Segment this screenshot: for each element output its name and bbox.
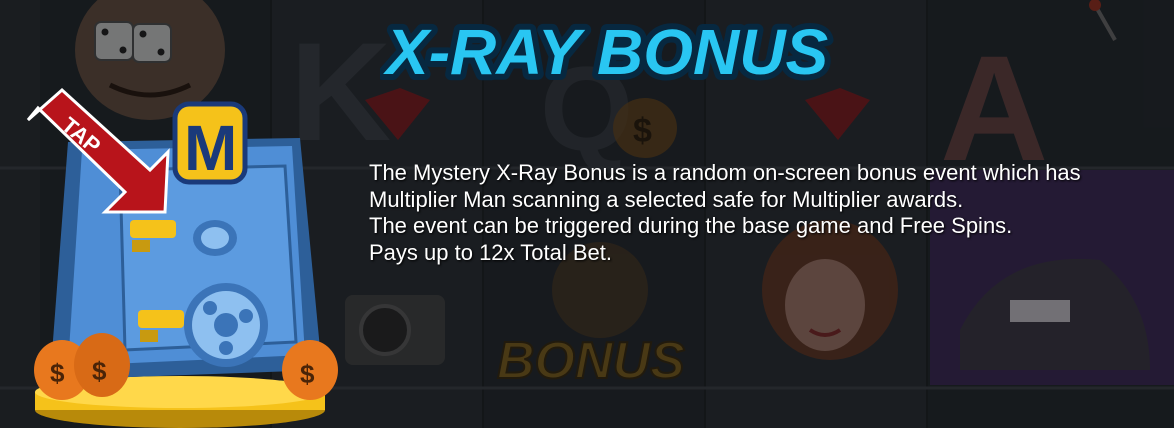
bonus-description: The Mystery X-Ray Bonus is a random on-s… bbox=[369, 160, 1159, 266]
svg-text:$: $ bbox=[92, 356, 107, 386]
title-text: X-RAY BONUS bbox=[383, 16, 828, 86]
game-info-screen: K Q A $ BONUS X-RAY BONUS X-RAY BONUS M … bbox=[0, 0, 1174, 428]
svg-text:$: $ bbox=[50, 358, 65, 388]
description-line-3: The event can be triggered during the ba… bbox=[369, 213, 1013, 238]
svg-text:$: $ bbox=[300, 359, 315, 389]
safe-wheel-icon bbox=[184, 283, 268, 367]
safe-illustration[interactable]: M $ $ $ TAP bbox=[0, 80, 340, 428]
multiplier-logo-icon: M bbox=[172, 101, 248, 185]
description-line-4: Pays up to 12x Total Bet. bbox=[369, 239, 612, 265]
description-line-2: Multiplier Man scanning a selected safe … bbox=[369, 186, 964, 212]
svg-text:M: M bbox=[184, 112, 237, 184]
safe-dial-icon bbox=[193, 220, 237, 256]
bonus-title: X-RAY BONUS X-RAY BONUS bbox=[380, 10, 834, 86]
description-line-1: The Mystery X-Ray Bonus is a random on-s… bbox=[369, 160, 1081, 185]
